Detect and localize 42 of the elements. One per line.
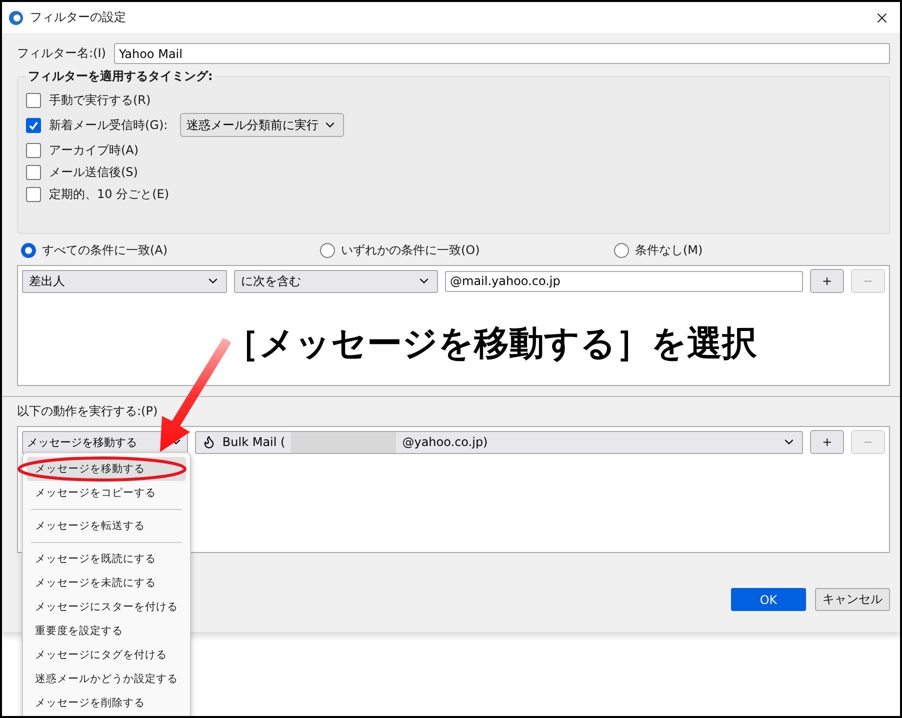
menu-item[interactable]: メッセージを未読にする bbox=[27, 571, 186, 595]
radio-label: いずれかの条件に一致(O) bbox=[341, 242, 480, 259]
checkbox-label: アーカイブ時(A) bbox=[49, 142, 139, 158]
menu-item[interactable]: メッセージにスターを付ける bbox=[27, 595, 186, 619]
flame-icon bbox=[202, 435, 216, 449]
radio-label: 条件なし(M) bbox=[635, 242, 703, 259]
radio-button[interactable] bbox=[21, 243, 36, 258]
group-title: フィルターを適用するタイミング: bbox=[27, 68, 214, 85]
filter-name-label: フィルター名:(I) bbox=[17, 45, 106, 62]
add-button[interactable]: + bbox=[810, 430, 844, 454]
checkbox-label: 手動で実行する(R) bbox=[49, 92, 151, 108]
folder-dropdown[interactable]: Bulk Mail ( @yahoo.co.jp) bbox=[195, 430, 804, 454]
filter-name-field[interactable]: Yahoo Mail bbox=[114, 43, 890, 64]
menu-item[interactable]: 重要度を設定する bbox=[27, 619, 186, 643]
checkbox[interactable] bbox=[26, 164, 41, 180]
checkbox[interactable] bbox=[26, 142, 41, 158]
checkbox[interactable] bbox=[26, 118, 41, 132]
menu-item[interactable]: メッセージを削除する bbox=[27, 691, 186, 715]
app-logo-icon bbox=[8, 10, 24, 26]
cancel-button[interactable]: キャンセル bbox=[815, 588, 890, 611]
actions-label: 以下の動作を実行する:(P) bbox=[17, 403, 159, 420]
checkbox[interactable] bbox=[26, 92, 41, 108]
condition-value-field[interactable]: @mail.yahoo.co.jp bbox=[445, 270, 803, 292]
window-title: フィルターの設定 bbox=[30, 9, 127, 26]
menu-item[interactable]: メッセージを転送する bbox=[27, 514, 186, 538]
checkbox-label: メール送信後(S) bbox=[49, 164, 138, 180]
checkbox[interactable] bbox=[26, 186, 41, 202]
radio-button[interactable] bbox=[320, 243, 335, 258]
field-dropdown[interactable]: 差出人 bbox=[22, 270, 227, 292]
timing-dropdown[interactable]: 迷惑メール分類前に実行 bbox=[180, 113, 344, 137]
checkbox-label: 定期的、10 分ごと(E) bbox=[49, 186, 170, 202]
menu-item[interactable]: 迷惑メールかどうか設定する bbox=[27, 667, 186, 691]
radio-button[interactable] bbox=[614, 243, 629, 258]
annotation-text: ［メッセージを移動する］を選択 bbox=[224, 323, 757, 366]
menu-item[interactable]: メッセージを既読にする bbox=[27, 547, 186, 571]
operator-dropdown[interactable]: に次を含む bbox=[234, 270, 438, 292]
menu-item[interactable]: メッセージをコピーする bbox=[27, 481, 186, 505]
radio-label: すべての条件に一致(A) bbox=[42, 242, 168, 259]
ok-button[interactable]: OK bbox=[731, 588, 806, 611]
add-button[interactable]: + bbox=[810, 269, 844, 293]
checkbox-label: 新着メール受信時(G): bbox=[49, 116, 168, 134]
menu-item[interactable]: メッセージにタグを付ける bbox=[27, 643, 186, 667]
